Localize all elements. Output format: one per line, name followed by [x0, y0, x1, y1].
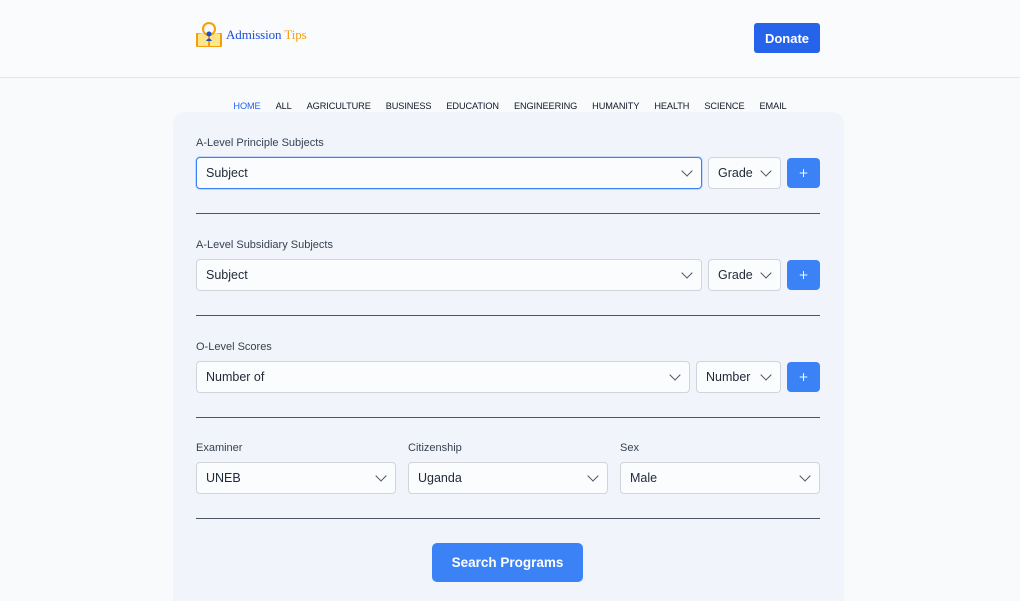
section-divider — [196, 518, 820, 519]
olevel-number-of-select[interactable]: Number of — [196, 361, 690, 393]
donate-button[interactable]: Donate — [754, 23, 820, 53]
sex-select[interactable]: Male — [620, 462, 820, 494]
add-olevel-score-button[interactable]: + — [787, 362, 820, 392]
chevron-down-icon — [760, 165, 772, 177]
citizenship-select[interactable]: Uganda — [408, 462, 608, 494]
chevron-down-icon — [681, 165, 693, 177]
subsidiary-grade-select[interactable]: Grade — [708, 259, 781, 291]
graduation-book-icon — [196, 22, 222, 47]
add-subsidiary-subject-button[interactable]: + — [787, 260, 820, 290]
principal-grade-value: Grade — [718, 166, 753, 180]
chevron-down-icon — [799, 470, 811, 482]
chevron-down-icon — [760, 369, 772, 381]
add-principal-subject-button[interactable]: + — [787, 158, 820, 188]
subsidiary-grade-value: Grade — [718, 268, 753, 282]
olevel-scores-label: O-Level Scores — [196, 341, 272, 353]
principal-subject-select[interactable]: Subject — [196, 157, 702, 189]
olevel-number-select[interactable]: Number — [696, 361, 781, 393]
section-divider — [196, 417, 820, 418]
sex-label: Sex — [620, 442, 639, 454]
olevel-number-value: Number — [706, 370, 751, 384]
citizenship-label: Citizenship — [408, 442, 462, 454]
citizenship-value: Uganda — [418, 471, 462, 485]
sex-value: Male — [630, 471, 658, 485]
site-logo[interactable]: Admission Tips — [195, 21, 307, 49]
site-header: Admission Tips Donate — [0, 0, 1020, 78]
principal-subject-value: Subject — [206, 166, 248, 180]
logo-text: Admission Tips — [226, 27, 307, 42]
chevron-down-icon — [587, 470, 599, 482]
examiner-select[interactable]: UNEB — [196, 462, 396, 494]
subsidiary-subjects-label: A-Level Subsidiary Subjects — [196, 239, 333, 251]
examiner-value: UNEB — [206, 471, 241, 485]
subsidiary-subject-value: Subject — [206, 268, 248, 282]
section-divider — [196, 315, 820, 316]
principal-grade-select[interactable]: Grade — [708, 157, 781, 189]
subsidiary-subject-select[interactable]: Subject — [196, 259, 702, 291]
chevron-down-icon — [375, 470, 387, 482]
section-divider — [196, 213, 820, 214]
chevron-down-icon — [681, 267, 693, 279]
chevron-down-icon — [760, 267, 772, 279]
search-programs-button[interactable]: Search Programs — [432, 543, 583, 582]
principal-subjects-label: A-Level Principle Subjects — [196, 137, 324, 149]
examiner-label: Examiner — [196, 442, 243, 454]
olevel-number-of-value: Number of — [206, 370, 265, 384]
chevron-down-icon — [669, 369, 681, 381]
